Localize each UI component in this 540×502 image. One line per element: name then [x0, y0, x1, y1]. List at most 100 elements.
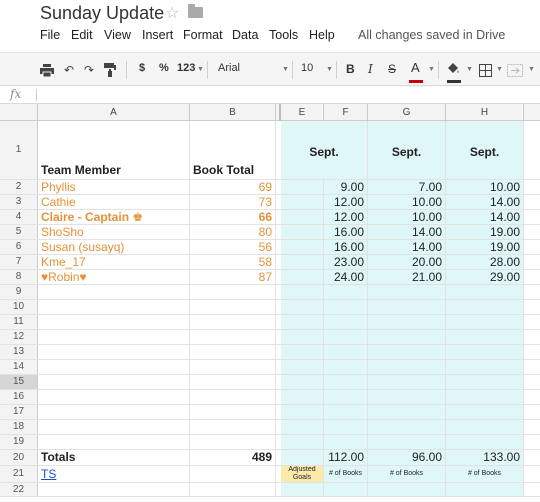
cell-b[interactable]: 66 — [190, 210, 276, 224]
undo-icon[interactable]: ↶ — [60, 61, 78, 79]
cell-g[interactable] — [368, 405, 446, 419]
cell-f[interactable] — [324, 315, 368, 329]
cell-a[interactable]: TS — [38, 466, 190, 482]
cell-e[interactable] — [281, 405, 324, 419]
cell-a[interactable]: Claire - Captain ♚ — [38, 210, 190, 224]
cell-h[interactable] — [446, 483, 524, 496]
cell-e[interactable] — [281, 255, 324, 269]
cell-f[interactable]: 112.00 — [324, 450, 368, 465]
cell-g[interactable]: 21.00 — [368, 270, 446, 284]
row-header[interactable]: 12 — [0, 330, 38, 344]
cell-f[interactable]: 9.00 — [324, 180, 368, 194]
cell-b[interactable] — [190, 405, 276, 419]
cell-b[interactable] — [190, 330, 276, 344]
redo-icon[interactable]: ↷ — [80, 61, 98, 79]
cell-a[interactable] — [38, 315, 190, 329]
cell-f[interactable]: # of Books — [324, 466, 368, 482]
row-header[interactable]: 1 — [0, 121, 38, 179]
cell-a[interactable]: Cathie — [38, 195, 190, 209]
cell-b[interactable]: 80 — [190, 225, 276, 239]
print-icon[interactable] — [38, 61, 56, 79]
cell-g[interactable] — [368, 300, 446, 314]
cell-a[interactable]: Totals — [38, 450, 190, 465]
cell-e[interactable] — [281, 300, 324, 314]
row-header[interactable]: 15 — [0, 375, 38, 389]
cell-b[interactable] — [190, 360, 276, 374]
row-header[interactable]: 7 — [0, 255, 38, 269]
menu-help[interactable]: Help — [309, 28, 335, 42]
cell-f[interactable] — [324, 375, 368, 389]
cell-e[interactable] — [281, 450, 324, 465]
cell-f[interactable] — [324, 483, 368, 496]
row-header[interactable]: 11 — [0, 315, 38, 329]
cell-f[interactable]: 24.00 — [324, 270, 368, 284]
cell-h[interactable]: # of Books — [446, 466, 524, 482]
cell-h[interactable] — [446, 420, 524, 434]
cell-b[interactable]: 56 — [190, 240, 276, 254]
cell-h[interactable] — [446, 375, 524, 389]
cell-b[interactable]: 489 — [190, 450, 276, 465]
cell-a[interactable]: Susan (susayq) — [38, 240, 190, 254]
cell-h[interactable] — [446, 285, 524, 299]
cell-f[interactable]: 12.00 — [324, 210, 368, 224]
cell-a[interactable] — [38, 360, 190, 374]
cell-e[interactable] — [281, 390, 324, 404]
cell-g[interactable]: 14.00 — [368, 240, 446, 254]
cell-h[interactable]: 28.00 — [446, 255, 524, 269]
row-header[interactable]: 16 — [0, 390, 38, 404]
cell-f[interactable]: 23.00 — [324, 255, 368, 269]
cell-g[interactable]: 7.00 — [368, 180, 446, 194]
cell-f[interactable] — [324, 390, 368, 404]
cell-g[interactable]: # of Books — [368, 466, 446, 482]
cell-e[interactable] — [281, 225, 324, 239]
row-header[interactable]: 5 — [0, 225, 38, 239]
cell-a[interactable] — [38, 420, 190, 434]
cell-g[interactable] — [368, 360, 446, 374]
cell-f[interactable] — [324, 405, 368, 419]
cell-g[interactable] — [368, 345, 446, 359]
cell-g[interactable]: 14.00 — [368, 225, 446, 239]
row-header[interactable]: 2 — [0, 180, 38, 194]
row-header[interactable]: 20 — [0, 450, 38, 465]
cell-a[interactable] — [38, 300, 190, 314]
cell-b[interactable] — [190, 483, 276, 496]
cell-a[interactable] — [38, 375, 190, 389]
cell-g[interactable]: Sept. Challenge Requirement for 7% — [368, 121, 446, 179]
cell-e[interactable] — [281, 210, 324, 224]
borders-icon[interactable] — [476, 61, 494, 79]
cell-h[interactable]: 19.00 — [446, 225, 524, 239]
cell-h[interactable] — [446, 300, 524, 314]
star-icon[interactable]: ☆ — [165, 3, 179, 23]
cell-e[interactable] — [281, 345, 324, 359]
cell-g[interactable] — [368, 483, 446, 496]
cell-g[interactable] — [368, 330, 446, 344]
column-header-h[interactable]: H — [446, 104, 524, 121]
row-header[interactable]: 18 — [0, 420, 38, 434]
cell-b[interactable]: Book Total — [190, 121, 276, 179]
more-formats-button[interactable]: 123 — [177, 62, 195, 74]
cell-h[interactable] — [446, 315, 524, 329]
cell-a[interactable] — [38, 330, 190, 344]
cell-g[interactable]: 10.00 — [368, 195, 446, 209]
currency-button[interactable]: $ — [139, 62, 145, 74]
cell-e[interactable] — [281, 330, 324, 344]
column-header-b[interactable]: B — [190, 104, 276, 121]
cell-b[interactable]: 58 — [190, 255, 276, 269]
row-header[interactable]: 17 — [0, 405, 38, 419]
cell-h[interactable]: 14.00 — [446, 210, 524, 224]
cell-b[interactable] — [190, 466, 276, 482]
chevron-down-icon[interactable]: ▼ — [326, 66, 333, 73]
cell-e[interactable] — [281, 375, 324, 389]
strikethrough-button[interactable]: S — [388, 62, 396, 76]
cell-g[interactable] — [368, 420, 446, 434]
font-size-select[interactable]: 10 — [301, 62, 313, 74]
cell-h[interactable]: 19.00 — [446, 240, 524, 254]
chevron-down-icon[interactable]: ▼ — [496, 66, 503, 73]
column-header-f[interactable]: F — [324, 104, 368, 121]
document-title[interactable]: Sunday Update — [40, 3, 164, 24]
cell-h[interactable]: 133.00 — [446, 450, 524, 465]
cell-b[interactable] — [190, 420, 276, 434]
cell-b[interactable] — [190, 315, 276, 329]
cell-g[interactable]: 20.00 — [368, 255, 446, 269]
cell-h[interactable] — [446, 330, 524, 344]
